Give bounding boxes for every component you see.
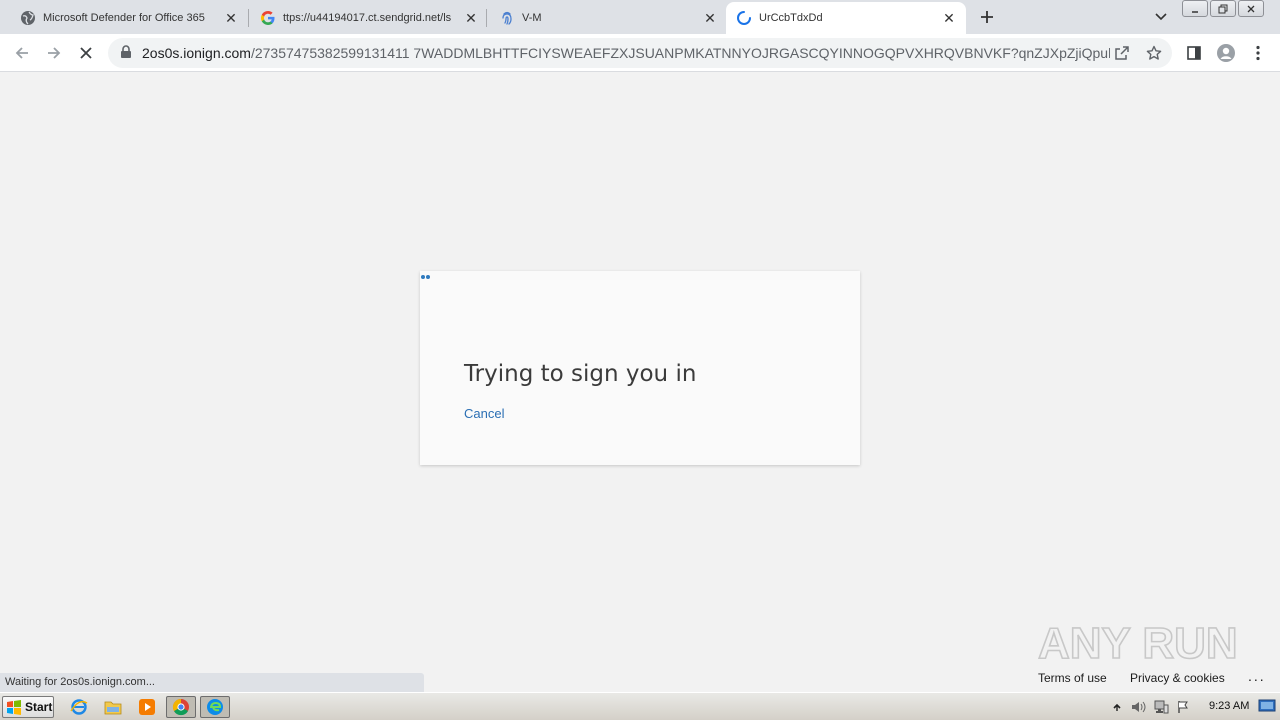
tab-defender[interactable]: Microsoft Defender for Office 365 ✕ [0,2,248,34]
privacy-link[interactable]: Privacy & cookies [1130,671,1225,685]
more-options-button[interactable]: ... [1248,668,1266,684]
tab-search-button[interactable] [1150,6,1172,28]
tab-close-icon[interactable]: ✕ [222,9,240,27]
bookmark-star-icon[interactable] [1144,43,1164,63]
start-button[interactable]: Start [2,696,54,718]
windows-flag-icon [7,700,21,715]
tab-close-icon[interactable]: ✕ [940,9,958,27]
edge-icon[interactable] [200,696,230,718]
arrow-left-icon [15,47,28,59]
chevron-down-icon [1155,13,1167,21]
address-bar[interactable]: 2os0s.ionign.com/27357475382599131411 7W… [108,38,1172,68]
plus-icon [981,11,993,23]
close-window-button[interactable] [1238,0,1264,17]
page-title: Trying to sign you in [464,361,697,387]
lock-icon[interactable] [120,45,132,64]
arrow-right-icon [48,47,61,59]
minimize-icon [1192,10,1198,13]
network-icon[interactable] [1150,697,1172,717]
profile-avatar-icon [1217,44,1235,62]
status-bubble: Waiting for 2os0s.ionign.com... [0,673,424,692]
restore-button[interactable] [1210,0,1236,17]
minimize-button[interactable] [1182,0,1208,17]
kebab-menu-icon [1256,45,1260,61]
loading-spinner-icon [736,10,752,26]
tab-close-icon[interactable]: ✕ [462,9,480,27]
tab-strip: Microsoft Defender for Office 365 ✕ ttps… [0,0,1280,34]
google-g-icon [260,10,276,26]
terms-link[interactable]: Terms of use [1038,671,1107,685]
tab-title: ttps://u44194017.ct.sendgrid.net/ls [283,12,452,24]
page-content: Trying to sign you in Cancel ANY RUN Ter… [0,72,1280,692]
show-desktop-icon[interactable] [1258,698,1276,714]
new-tab-button[interactable] [975,5,999,29]
browser-toolbar: 2os0s.ionign.com/27357475382599131411 7W… [0,34,1280,72]
ie-icon[interactable] [64,696,94,718]
stop-x-icon [80,47,92,59]
tab-active-urccbtdxdd[interactable]: UrCcbTdxDd ✕ [726,2,966,34]
url-path: /27357475382599131411 7WADDMLBHTTFCIYSWE… [250,45,1110,61]
cancel-link[interactable]: Cancel [464,406,504,421]
start-label: Start [25,700,53,714]
chrome-icon[interactable] [166,696,196,718]
share-icon[interactable] [1112,43,1132,63]
tab-title: Microsoft Defender for Office 365 [43,12,205,24]
anyrun-watermark: ANY RUN [1036,610,1238,674]
tab-close-icon[interactable]: ✕ [701,9,719,27]
menu-button[interactable] [1246,41,1270,65]
media-player-icon[interactable] [132,696,162,718]
tab-sendgrid[interactable]: ttps://u44194017.ct.sendgrid.net/ls ✕ [240,2,488,34]
back-button[interactable] [10,41,34,65]
tray-expand-icon[interactable] [1106,697,1128,717]
tab-vm[interactable]: V-M ✕ [479,2,727,34]
side-panel-button[interactable] [1182,41,1206,65]
taskbar: Start 9:23 AM [0,692,1280,720]
tab-title: UrCcbTdxDd [759,12,823,24]
explorer-folder-icon[interactable] [98,696,128,718]
restore-icon [1218,4,1228,13]
globe-icon [20,10,36,26]
watermark-text: ANY RUN [1038,619,1236,668]
close-icon [1247,5,1255,12]
window-controls [1182,0,1266,18]
system-tray [1106,696,1194,718]
sign-in-card: Trying to sign you in Cancel [420,271,860,465]
forward-button[interactable] [42,41,66,65]
tab-title: V-M [522,12,542,24]
stop-loading-button[interactable] [74,41,98,65]
side-panel-icon [1187,46,1201,60]
progress-dots [421,275,431,279]
action-center-flag-icon[interactable] [1172,697,1194,717]
url-text[interactable]: 2os0s.ionign.com/27357475382599131411 7W… [142,45,1110,61]
taskbar-clock[interactable]: 9:23 AM [1209,700,1249,712]
fingerprint-icon [499,10,515,26]
profile-button[interactable] [1214,41,1238,65]
volume-icon[interactable] [1128,697,1150,717]
url-host: 2os0s.ionign.com [142,45,251,61]
